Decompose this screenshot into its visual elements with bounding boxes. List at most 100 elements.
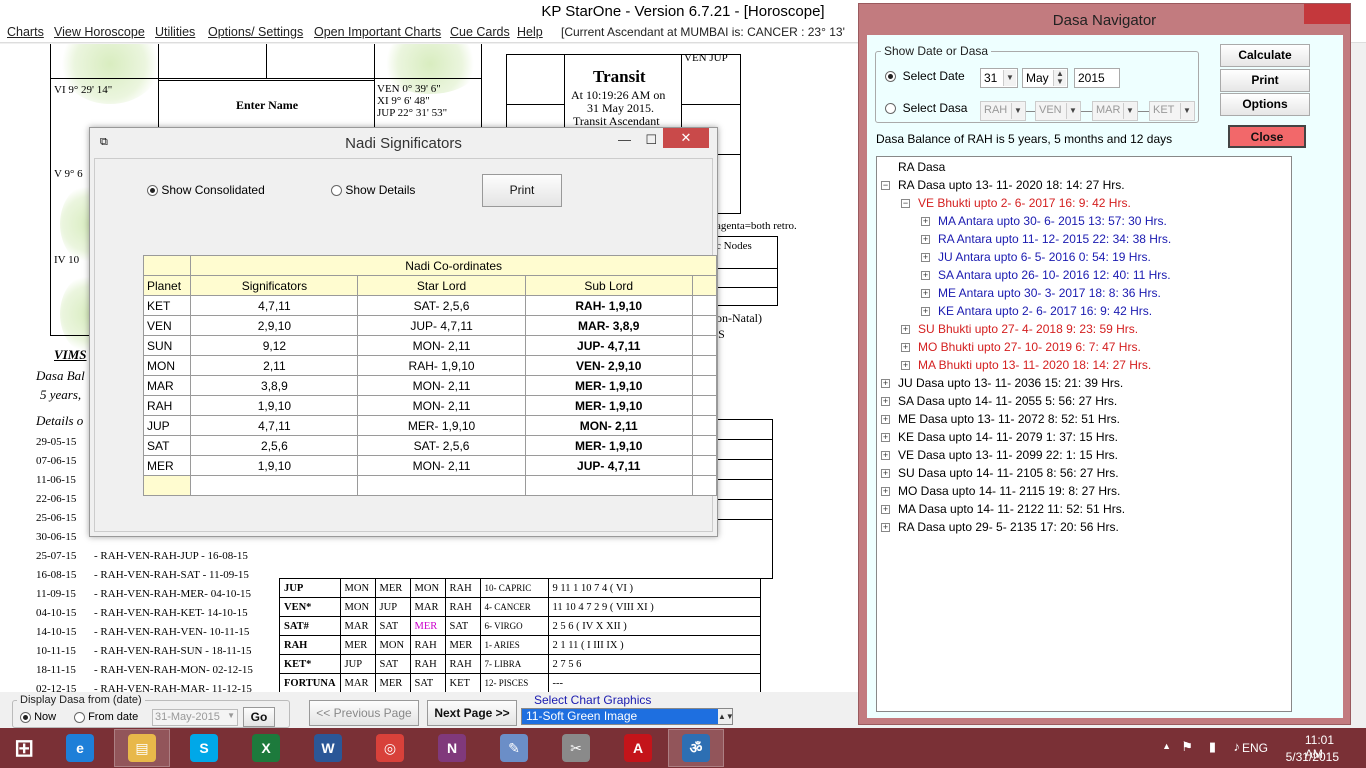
network-icon[interactable]: ▮ xyxy=(1209,739,1216,755)
chart-graphics-select[interactable]: 11-Soft Green Image ▲▼ xyxy=(521,708,734,725)
menu-charts[interactable]: Charts xyxy=(7,25,44,39)
file-explorer-icon[interactable]: ▤ xyxy=(114,729,170,767)
tree-bhukti-node[interactable]: MA Bhukti upto 13- 11- 2020 18: 14: 27 H… xyxy=(918,356,1151,374)
tree-dasa-node[interactable]: RA Dasa upto 29- 5- 2135 17: 20: 56 Hrs. xyxy=(898,518,1119,536)
planet-significations: 9 11 1 10 7 4 ( VI ) xyxy=(547,578,761,598)
show-consolidated-radio[interactable]: Show Consolidated xyxy=(147,183,265,197)
tree-dasa-node[interactable]: SU Dasa upto 14- 11- 2105 8: 56: 27 Hrs. xyxy=(898,464,1119,482)
expand-icon[interactable]: + xyxy=(921,307,930,316)
expand-icon[interactable]: + xyxy=(881,469,890,478)
tree-dasa-node[interactable]: ME Dasa upto 13- 11- 2072 8: 52: 51 Hrs. xyxy=(898,410,1120,428)
menu-utilities[interactable]: Utilities xyxy=(155,25,195,39)
expand-icon[interactable]: + xyxy=(881,487,890,496)
details-label: Details o xyxy=(36,413,84,428)
tree-dasa-node[interactable]: RA Dasa upto 13- 11- 2020 18: 14: 27 Hrs… xyxy=(898,176,1125,194)
tree-dasa-node[interactable]: KE Dasa upto 14- 11- 2079 1: 37: 15 Hrs. xyxy=(898,428,1118,446)
select-date-radio[interactable]: Select Date xyxy=(885,69,965,83)
expand-icon[interactable]: + xyxy=(901,343,910,352)
expand-icon[interactable]: + xyxy=(921,253,930,262)
nadi-print-button[interactable]: Print xyxy=(482,174,562,207)
year-field[interactable]: 2015 xyxy=(1074,68,1120,88)
skype-icon[interactable]: S xyxy=(176,729,232,767)
tree-dasa-node[interactable]: MA Dasa upto 14- 11- 2122 11: 52: 51 Hrs… xyxy=(898,500,1125,518)
expand-icon[interactable]: + xyxy=(921,217,930,226)
expand-icon[interactable]: + xyxy=(881,379,890,388)
tree-dasa-node[interactable]: JU Dasa upto 13- 11- 2036 15: 21: 39 Hrs… xyxy=(898,374,1123,392)
expand-icon[interactable]: + xyxy=(881,505,890,514)
expand-icon[interactable]: + xyxy=(921,289,930,298)
nav-close-icon[interactable] xyxy=(1304,4,1350,24)
nav-print-button[interactable]: Print xyxy=(1220,69,1310,92)
tree-antara-node[interactable]: MA Antara upto 30- 6- 2015 13: 57: 30 Hr… xyxy=(938,212,1167,230)
month-stepper[interactable]: May ▲ ▼ xyxy=(1022,68,1068,88)
collapse-icon[interactable]: − xyxy=(881,181,890,190)
collapse-icon[interactable]: − xyxy=(901,199,910,208)
expand-icon[interactable]: + xyxy=(881,397,890,406)
volume-icon[interactable]: ♪ xyxy=(1234,739,1241,754)
maximize-icon[interactable]: ☐ xyxy=(645,132,657,148)
menu-view-horoscope[interactable]: View Horoscope xyxy=(54,25,145,39)
go-button[interactable]: Go xyxy=(243,707,275,727)
tree-antara-node[interactable]: KE Antara upto 2- 6- 2017 16: 9: 42 Hrs. xyxy=(938,302,1152,320)
expand-icon[interactable]: + xyxy=(881,433,890,442)
enter-name-label[interactable]: Enter Name xyxy=(236,98,298,113)
tree-antara-node[interactable]: SA Antara upto 26- 10- 2016 12: 40: 11 H… xyxy=(938,266,1171,284)
tree-bhukti-node[interactable]: SU Bhukti upto 27- 4- 2018 9: 23: 59 Hrs… xyxy=(918,320,1138,338)
clock-date[interactable]: 5/31/2015 xyxy=(1286,750,1339,764)
previous-page-button[interactable]: << Previous Page xyxy=(309,700,419,726)
action-center-icon[interactable]: ⚑ xyxy=(1181,739,1193,755)
now-radio[interactable]: Now xyxy=(20,711,56,723)
internet-explorer-icon[interactable]: e xyxy=(52,729,108,767)
show-details-radio[interactable]: Show Details xyxy=(331,183,415,197)
paint-icon[interactable]: ✎ xyxy=(486,729,542,767)
expand-icon[interactable]: + xyxy=(901,325,910,334)
dasa-combo-4[interactable]: KET ▼ xyxy=(1149,101,1195,121)
menu-open-important-charts[interactable]: Open Important Charts xyxy=(314,25,441,39)
close-icon[interactable]: ✕ xyxy=(663,128,709,148)
excel-icon[interactable]: X xyxy=(238,729,294,767)
dasa-tree[interactable]: RA Dasa − RA Dasa upto 13- 11- 2020 18: 14… xyxy=(876,156,1292,712)
planet-sign: 12- PISCES xyxy=(479,673,549,692)
menu-options-settings[interactable]: Options/ Settings xyxy=(208,25,303,39)
tree-bhukti-node[interactable]: VE Bhukti upto 2- 6- 2017 16: 9: 42 Hrs. xyxy=(918,194,1131,212)
tree-bhukti-node[interactable]: MO Bhukti upto 27- 10- 2019 6: 7: 47 Hrs… xyxy=(918,338,1141,356)
kp-starone-icon[interactable]: ॐ xyxy=(668,729,724,767)
expand-icon[interactable]: + xyxy=(901,361,910,370)
onenote-icon[interactable]: N xyxy=(424,729,480,767)
tree-antara-node[interactable]: ME Antara upto 30- 3- 2017 18: 8: 36 Hrs… xyxy=(938,284,1161,302)
chrome-icon[interactable]: ◎ xyxy=(362,729,418,767)
expand-icon[interactable]: + xyxy=(921,235,930,244)
next-page-button[interactable]: Next Page >> xyxy=(427,700,517,726)
start-icon[interactable]: ⊞ xyxy=(0,729,48,767)
tree-antara-node[interactable]: JU Antara upto 6- 5- 2016 0: 54: 19 Hrs. xyxy=(938,248,1151,266)
language-indicator[interactable]: ENG xyxy=(1242,741,1268,755)
word-icon[interactable]: W xyxy=(300,729,356,767)
dasa-combo-2[interactable]: VEN ▼ xyxy=(1035,101,1081,121)
menu-cue-cards[interactable]: Cue Cards xyxy=(450,25,510,39)
show-hidden-icons[interactable]: ▲ xyxy=(1162,741,1171,751)
options-button[interactable]: Options xyxy=(1220,93,1310,116)
menu-help[interactable]: Help xyxy=(517,25,543,39)
snipping-tool-icon[interactable]: ✂ xyxy=(548,729,604,767)
expand-icon[interactable]: + xyxy=(881,451,890,460)
dasa-combo-1[interactable]: RAH ▼ xyxy=(980,101,1026,121)
dasa-combo-3[interactable]: MAR ▼ xyxy=(1092,101,1138,121)
close-button[interactable]: Close xyxy=(1228,125,1306,148)
acrobat-icon[interactable]: A xyxy=(610,729,666,767)
select-dasa-radio[interactable]: Select Dasa xyxy=(885,101,967,115)
nadi-significators: 1,9,10 xyxy=(190,455,359,476)
tree-antara-node[interactable]: RA Antara upto 11- 12- 2015 22: 34: 38 H… xyxy=(938,230,1171,248)
dasa-date-picker[interactable]: 31-May-2015 ▼ xyxy=(152,709,238,726)
chrome-glyph: ◎ xyxy=(376,734,404,762)
tree-dasa-node[interactable]: VE Dasa upto 13- 11- 2099 22: 1: 15 Hrs. xyxy=(898,446,1118,464)
expand-icon[interactable]: + xyxy=(921,271,930,280)
tree-dasa-node[interactable]: MO Dasa upto 14- 11- 2115 19: 8: 27 Hrs. xyxy=(898,482,1120,500)
day-select[interactable]: 31 ▼ xyxy=(980,68,1018,88)
tree-dasa-node[interactable]: RA Dasa xyxy=(898,158,945,176)
tree-dasa-node[interactable]: SA Dasa upto 14- 11- 2055 5: 56: 27 Hrs. xyxy=(898,392,1117,410)
minimize-icon[interactable]: — xyxy=(618,132,631,147)
from-date-radio[interactable]: From date xyxy=(74,711,138,723)
expand-icon[interactable]: + xyxy=(881,523,890,532)
expand-icon[interactable]: + xyxy=(881,415,890,424)
calculate-button[interactable]: Calculate xyxy=(1220,44,1310,67)
